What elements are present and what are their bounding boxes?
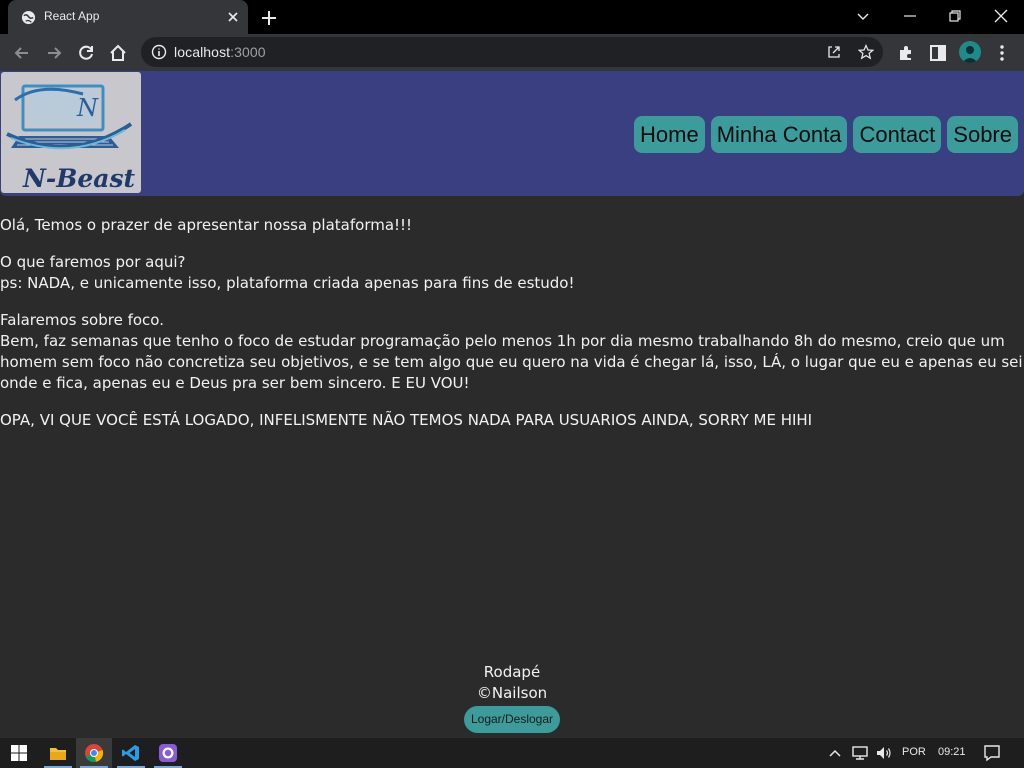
browser-toolbar: localhost:3000 <box>0 34 1024 71</box>
home-icon[interactable] <box>108 43 128 63</box>
clock-time[interactable]: 09:21 <box>938 746 966 758</box>
bookmark-star-icon[interactable] <box>858 44 874 60</box>
notifications-icon[interactable] <box>982 743 1002 763</box>
logo-text: N-Beast <box>22 164 136 193</box>
nav-home-button[interactable]: Home <box>634 116 705 153</box>
side-panel-icon[interactable] <box>928 43 948 63</box>
chrome-icon[interactable] <box>84 743 104 763</box>
intro-paragraph: Olá, Temos o prazer de apresentar nossa … <box>0 216 413 234</box>
vscode-icon[interactable] <box>121 743 141 763</box>
globe-icon <box>21 10 36 25</box>
url-text: localhost:3000 <box>174 44 266 60</box>
focus-body: Bem, faz semanas que tenho o foco de est… <box>0 332 1023 392</box>
tab-title: React App <box>44 9 100 23</box>
site-header: N N-Beast Home Minha Conta Contact Sobre <box>0 71 1024 196</box>
windows-start-icon[interactable] <box>9 743 29 763</box>
extensions-icon[interactable] <box>896 43 916 63</box>
main-nav: Home Minha Conta Contact Sobre <box>634 116 1018 153</box>
github-desktop-icon[interactable] <box>158 743 178 763</box>
close-window-icon[interactable] <box>993 8 1009 24</box>
site-footer: Rodapé ©Nailson Logar/Deslogar <box>0 662 1024 733</box>
volume-icon[interactable] <box>875 743 893 763</box>
windows-taskbar: POR 09:21 <box>0 738 1024 768</box>
footer-title: Rodapé <box>483 663 541 681</box>
purpose-paragraph: O que faremos por aqui? ps: NADA, e unic… <box>0 252 1024 294</box>
browser-tab[interactable]: React App <box>8 0 248 34</box>
language-indicator[interactable]: POR <box>902 746 926 758</box>
minimize-icon[interactable] <box>902 8 918 24</box>
nav-sobre-button[interactable]: Sobre <box>947 116 1018 153</box>
nav-minha-conta-button[interactable]: Minha Conta <box>710 116 848 153</box>
footer-copyright: ©Nailson <box>476 684 548 702</box>
share-icon[interactable] <box>826 44 842 60</box>
login-logout-button[interactable]: Logar/Deslogar <box>463 706 561 733</box>
network-icon[interactable] <box>851 743 869 763</box>
logged-in-notice: OPA, VI QUE VOCÊ ESTÁ LOGADO, INFELISMEN… <box>0 411 813 429</box>
main-content: Olá, Temos o prazer de apresentar nossa … <box>0 215 1024 447</box>
focus-paragraph: Falaremos sobre foco. Bem, faz semanas q… <box>0 310 1024 394</box>
purpose-question: O que faremos por aqui? <box>0 253 186 271</box>
focus-heading: Falaremos sobre foco. <box>0 311 164 329</box>
reload-icon[interactable] <box>76 43 96 63</box>
address-bar[interactable]: localhost:3000 <box>141 37 883 67</box>
tab-search-chevron-icon[interactable] <box>855 8 871 24</box>
restore-icon[interactable] <box>947 8 963 24</box>
back-icon[interactable] <box>12 43 32 63</box>
info-icon[interactable] <box>151 44 167 60</box>
file-explorer-icon[interactable] <box>48 743 68 763</box>
laptop-logo-icon: N N-Beast <box>6 84 136 193</box>
nav-contact-button[interactable]: Contact <box>853 116 942 153</box>
new-tab-icon[interactable] <box>260 9 278 27</box>
logo-letter: N <box>76 94 99 122</box>
show-hidden-icons-chevron-icon[interactable] <box>828 743 842 763</box>
page: N N-Beast Home Minha Conta Contact Sobre… <box>0 71 1024 738</box>
site-logo[interactable]: N N-Beast <box>1 72 141 193</box>
profile-avatar-icon[interactable] <box>959 41 981 63</box>
purpose-answer: ps: NADA, e unicamente isso, plataforma … <box>0 274 575 292</box>
close-tab-icon[interactable] <box>225 9 241 25</box>
menu-kebab-icon[interactable] <box>992 43 1012 63</box>
browser-tab-bar: React App <box>0 0 1024 34</box>
forward-icon[interactable] <box>44 43 64 63</box>
